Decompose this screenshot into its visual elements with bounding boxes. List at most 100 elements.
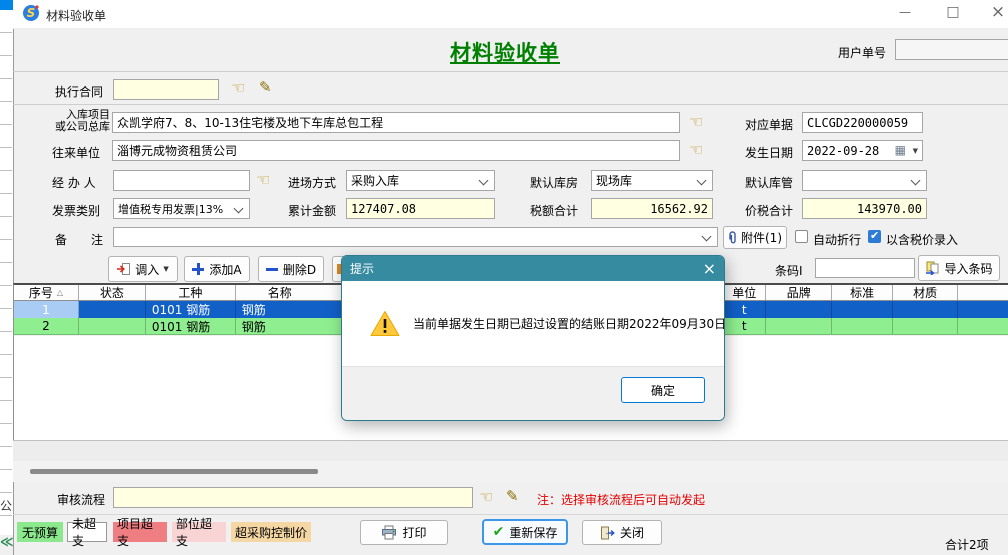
calendar-icon: ▦ (895, 143, 906, 157)
background-partial-text: 公 (0, 497, 12, 514)
background-window-titlebar (0, 0, 13, 10)
dialog-body: 当前单据发生日期已超过设置的结账日期2022年09月30日 (342, 281, 724, 366)
print-label: 打印 (402, 524, 426, 541)
import-label: 调入 (135, 261, 159, 278)
add-label: 添加A (209, 261, 241, 278)
page-title: 材料验收单 (450, 37, 560, 67)
column-header-type[interactable]: 工种 (146, 285, 236, 300)
column-header-brand[interactable]: 品牌 (766, 285, 832, 300)
dialog-ok-button[interactable]: 确定 (621, 377, 705, 403)
keeper-label: 默认库管 (745, 174, 793, 191)
handler-input[interactable] (113, 170, 250, 191)
check-icon: ✔ (493, 524, 505, 540)
column-header-status[interactable]: 状态 (79, 285, 146, 300)
cell-standard (832, 301, 893, 318)
keeper-select[interactable] (802, 170, 927, 191)
maximize-button[interactable]: □ (938, 4, 968, 20)
import-button[interactable]: 调入 ▼ (108, 256, 178, 282)
table-hscrollbar[interactable] (13, 461, 1008, 482)
collapse-panel-icon[interactable]: ≪ (0, 535, 13, 555)
app-icon: S (22, 4, 40, 25)
warehouse-select[interactable]: 现场库 (591, 170, 713, 191)
entry-mode-select[interactable]: 采购入库 (346, 170, 495, 191)
amount-input (346, 198, 495, 219)
user-no-input[interactable] (895, 39, 1008, 60)
cell-status (79, 301, 146, 318)
window-title: 材料验收单 (46, 7, 106, 24)
save-button[interactable]: ✔ 重新保存 (482, 519, 568, 545)
legend-part-over: 部位超支 (172, 522, 226, 542)
column-header-unit[interactable]: 单位 (723, 285, 766, 300)
chevron-down-icon (911, 176, 921, 186)
chevron-down-icon (697, 176, 707, 186)
prompt-dialog: 提示 × 当前单据发生日期已超过设置的结账日期2022年09月30日 确定 (341, 255, 725, 421)
cell-blank (958, 318, 1008, 334)
remark-combo[interactable] (113, 227, 718, 247)
doc-input[interactable] (802, 112, 923, 133)
supplier-picker-hand-icon[interactable]: ☜ (689, 142, 703, 158)
barcode-label: 条码I (775, 262, 803, 279)
legend-label: 未超支 (72, 515, 102, 549)
supplier-input[interactable] (112, 140, 680, 161)
minus-icon (266, 268, 278, 271)
handler-label: 经 办 人 (52, 174, 96, 191)
audit-edit-pencil-icon[interactable]: ✎ (506, 489, 519, 504)
cell-type: 0101 钢筋 (146, 318, 236, 334)
print-button[interactable]: 打印 (360, 520, 448, 545)
cell-blank (958, 301, 1008, 318)
cell-seq: 2 (14, 318, 79, 334)
wrap-checkbox[interactable] (795, 230, 808, 243)
remark-label: 备 注 (55, 231, 103, 248)
legend-project-over: 项目超支 (113, 522, 167, 542)
project-input[interactable] (112, 112, 680, 133)
warning-icon (370, 310, 400, 337)
amount-label: 累计金额 (288, 202, 336, 219)
contract-edit-pencil-icon[interactable]: ✎ (259, 80, 272, 95)
cell-unit: t (723, 318, 766, 334)
cell-status (79, 318, 146, 334)
audit-label: 审核流程 (57, 491, 105, 508)
column-header-seq[interactable]: 序号 △ (14, 285, 79, 300)
screen: 公 ≪ S 材料验收单 — □ × 材料验收单 用户单号 执行合同 ☜ ✎ 入库… (0, 0, 1008, 555)
warehouse-value: 现场库 (596, 172, 632, 189)
hscrollbar-thumb[interactable] (30, 469, 318, 474)
dialog-titlebar[interactable]: 提示 × (342, 256, 724, 281)
legend-not-over: 未超支 (67, 522, 107, 542)
invoice-label: 发票类别 (52, 202, 100, 219)
audit-input[interactable] (113, 487, 473, 508)
contract-picker-hand-icon[interactable]: ☜ (231, 80, 245, 96)
minimize-button[interactable]: — (890, 5, 920, 19)
audit-picker-hand-icon[interactable]: ☜ (479, 489, 493, 505)
import-barcode-button[interactable]: 导入条码 (918, 255, 1000, 281)
date-value: 2022-09-28 (807, 144, 879, 158)
close-button[interactable]: × (983, 2, 1008, 22)
entry-mode-label: 进场方式 (288, 174, 336, 191)
invoice-select[interactable]: 增值税专用发票|13% (113, 198, 250, 219)
close-form-button[interactable]: 关闭 (582, 520, 662, 545)
legend-over-control-price: 超采购控制价 (231, 522, 311, 542)
window-titlebar: S 材料验收单 — □ × (13, 0, 1008, 29)
barcode-input[interactable] (815, 258, 915, 278)
sort-icon: △ (57, 288, 63, 297)
project-picker-hand-icon[interactable]: ☜ (689, 114, 703, 130)
divider (13, 104, 1008, 105)
paperclip-icon (728, 231, 738, 245)
column-header-material[interactable]: 材质 (893, 285, 958, 300)
column-header-standard[interactable]: 标准 (832, 285, 893, 300)
attachment-button[interactable]: 附件(1) (723, 226, 787, 249)
date-input[interactable]: 2022-09-28 ▦ ▼ (802, 140, 923, 161)
plus-icon (192, 263, 204, 275)
cell-seq: 1 (14, 301, 79, 318)
background-grid-lines (0, 10, 12, 555)
handler-picker-hand-icon[interactable]: ☜ (256, 172, 270, 188)
contract-input[interactable] (113, 79, 219, 100)
tax-input (591, 198, 713, 219)
dialog-title: 提示 (350, 260, 703, 277)
date-dropdown-icon[interactable]: ▼ (913, 147, 918, 155)
tax-entry-checkbox[interactable] (868, 230, 881, 243)
tax-entry-label: 以含税价录入 (886, 231, 958, 248)
dialog-close-icon[interactable]: × (703, 261, 716, 277)
divider (13, 71, 1008, 72)
add-button[interactable]: 添加A (184, 256, 250, 282)
delete-button[interactable]: 删除D (258, 256, 324, 282)
